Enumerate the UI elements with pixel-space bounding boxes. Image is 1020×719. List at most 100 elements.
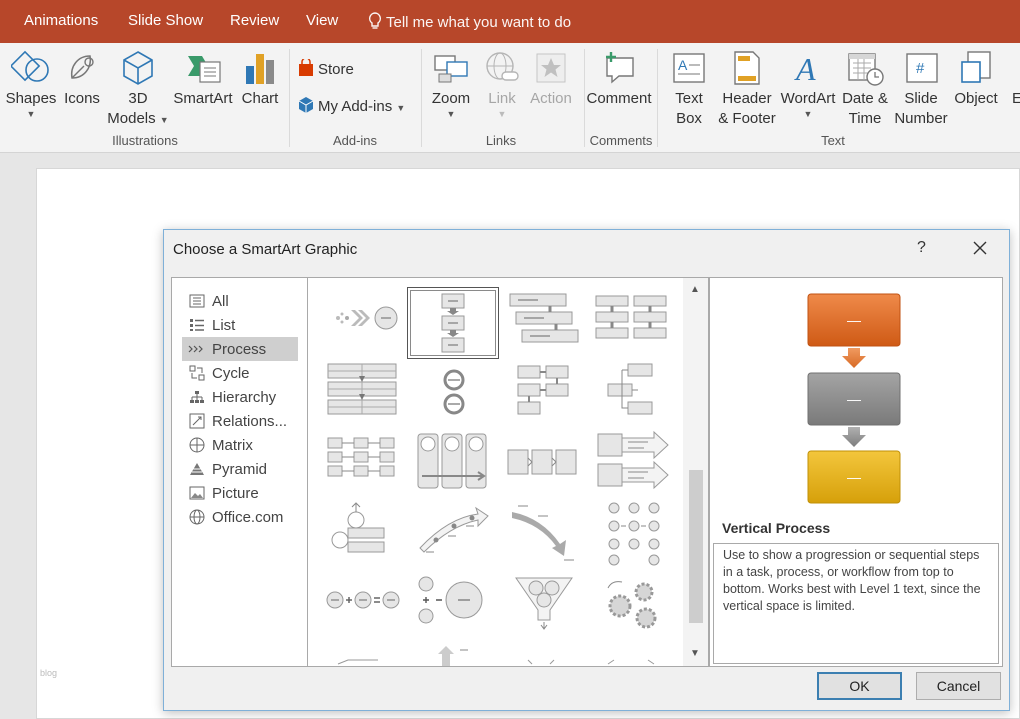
- layout-thumbnail[interactable]: [408, 640, 498, 666]
- store-button[interactable]: Store: [298, 57, 354, 78]
- equation-thumbnail: [326, 591, 400, 609]
- partial-thumbnail: [607, 659, 655, 665]
- date-time-label-2: Time: [848, 110, 882, 127]
- tab-review[interactable]: Review: [230, 12, 279, 29]
- tab-view[interactable]: View: [306, 12, 338, 29]
- preview-step-text: —: [847, 469, 861, 485]
- layout-name: Vertical Process: [722, 520, 831, 536]
- layout-thumbnail[interactable]: [318, 640, 408, 666]
- layout-thumbnail[interactable]: [408, 428, 498, 498]
- comment-icon: [606, 52, 634, 84]
- layout-thumbnail[interactable]: [498, 358, 588, 428]
- layout-thumbnail[interactable]: [588, 498, 678, 568]
- category-office-com[interactable]: Office.com: [182, 505, 298, 529]
- category-all[interactable]: All: [182, 289, 298, 313]
- icons-button[interactable]: Icons: [62, 47, 102, 109]
- partial-thumbnail: [337, 659, 378, 665]
- ok-button[interactable]: OK: [817, 672, 902, 700]
- partial-thumbnail: [438, 646, 468, 666]
- tab-slide-show[interactable]: Slide Show: [128, 12, 203, 29]
- date-time-label-1: Date &: [842, 90, 888, 107]
- wordart-button[interactable]: A WordArt ▼: [778, 47, 838, 119]
- header-footer-button[interactable]: Header & Footer: [716, 47, 778, 129]
- scroll-down-arrow-icon[interactable]: ▼: [690, 648, 700, 659]
- layout-thumbnail[interactable]: [498, 288, 588, 358]
- layout-thumbnail[interactable]: [318, 358, 408, 428]
- vertical-process-thumbnail: [441, 293, 465, 353]
- addins-icon: [298, 97, 314, 113]
- layout-thumbnail[interactable]: [498, 498, 588, 568]
- category-label: Process: [212, 340, 267, 358]
- slide-number-button[interactable]: # Slide Number: [892, 47, 950, 129]
- cancel-button[interactable]: Cancel: [916, 672, 1001, 700]
- chart-button[interactable]: Chart: [240, 47, 280, 109]
- group-divider: [289, 49, 290, 147]
- layout-thumbnail[interactable]: [408, 358, 498, 428]
- tell-me-box[interactable]: Tell me what you want to do: [368, 12, 571, 31]
- zoom-label: Zoom: [431, 90, 471, 107]
- process-icon: [188, 345, 203, 353]
- wordart-icon: A: [794, 51, 816, 87]
- matrix-icon: [189, 437, 205, 453]
- tab-animations[interactable]: Animations: [24, 12, 98, 29]
- category-list-item[interactable]: List: [182, 313, 298, 337]
- layout-thumbnail[interactable]: [588, 568, 678, 638]
- layout-thumbnail[interactable]: [498, 428, 588, 498]
- layout-thumbnail[interactable]: [588, 428, 678, 498]
- scroll-up-arrow-icon[interactable]: ▲: [690, 284, 700, 295]
- layout-thumbnail[interactable]: [408, 498, 498, 568]
- category-picture[interactable]: Picture: [182, 481, 298, 505]
- ribbon: Shapes ▼ Icons 3D Models ▼ SmartArt Char…: [0, 43, 1020, 153]
- category-matrix[interactable]: Matrix: [182, 433, 298, 457]
- comment-button[interactable]: Comment: [586, 47, 652, 109]
- category-hierarchy[interactable]: Hierarchy: [182, 385, 298, 409]
- layout-thumbnail[interactable]: [588, 358, 678, 428]
- process-arrows-thumbnail: [417, 433, 487, 489]
- layout-thumbnail[interactable]: [318, 288, 408, 358]
- segmented-process-thumbnail: [327, 363, 397, 415]
- relationship-icon: [189, 413, 205, 429]
- layout-thumbnail[interactable]: [318, 568, 408, 638]
- action-label: Action: [530, 90, 572, 107]
- category-label: Relations...: [212, 412, 288, 430]
- preview-step-text: —: [847, 312, 861, 328]
- date-time-button[interactable]: Date & Time: [838, 47, 892, 129]
- text-box-button[interactable]: A Text Box: [666, 47, 712, 129]
- help-button[interactable]: ?: [917, 239, 926, 257]
- chart-label: Chart: [241, 90, 279, 107]
- zoom-button[interactable]: Zoom ▼: [428, 47, 474, 119]
- category-relationship[interactable]: Relations...: [182, 409, 298, 433]
- scrollbar-thumb[interactable]: [689, 470, 703, 623]
- layout-thumbnail[interactable]: [588, 288, 678, 358]
- action-button[interactable]: Action: [526, 47, 576, 109]
- object-button[interactable]: Object: [950, 47, 1002, 109]
- chevron-down-icon: ▼: [497, 109, 507, 119]
- comment-label: Comment: [586, 90, 652, 107]
- layout-thumbnail[interactable]: [498, 568, 588, 638]
- my-addins-button[interactable]: My Add-ins ▼: [298, 96, 405, 115]
- preview-step-text: —: [847, 391, 861, 407]
- category-list: All List Process Cycle Hierarchy Relatio…: [171, 277, 308, 667]
- cube-icon: [123, 51, 153, 85]
- category-pyramid[interactable]: Pyramid: [182, 457, 298, 481]
- shapes-button[interactable]: Shapes ▼: [5, 47, 57, 119]
- layout-thumbnail-selected[interactable]: [407, 287, 499, 359]
- gallery-scrollbar[interactable]: ▲ ▼: [683, 278, 708, 666]
- layout-thumbnail[interactable]: [588, 640, 678, 666]
- shapes-icon: [11, 50, 49, 82]
- wordart-label: WordArt: [780, 90, 836, 107]
- link-button[interactable]: Link ▼: [480, 47, 524, 119]
- layout-thumbnail[interactable]: [318, 428, 408, 498]
- layout-thumbnail[interactable]: [498, 640, 588, 666]
- icons-icon: [70, 55, 94, 79]
- layout-thumbnail[interactable]: [318, 498, 408, 568]
- 3d-models-button[interactable]: 3D Models ▼: [106, 47, 170, 129]
- equation-button[interactable]: E: [1010, 47, 1020, 109]
- layout-thumbnail[interactable]: [408, 568, 498, 638]
- chevron-down-icon: ▼: [396, 103, 406, 113]
- category-process[interactable]: Process: [182, 337, 298, 361]
- object-icon: [961, 51, 991, 83]
- close-button[interactable]: [970, 238, 990, 258]
- category-cycle[interactable]: Cycle: [182, 361, 298, 385]
- smartart-button[interactable]: SmartArt: [170, 47, 236, 109]
